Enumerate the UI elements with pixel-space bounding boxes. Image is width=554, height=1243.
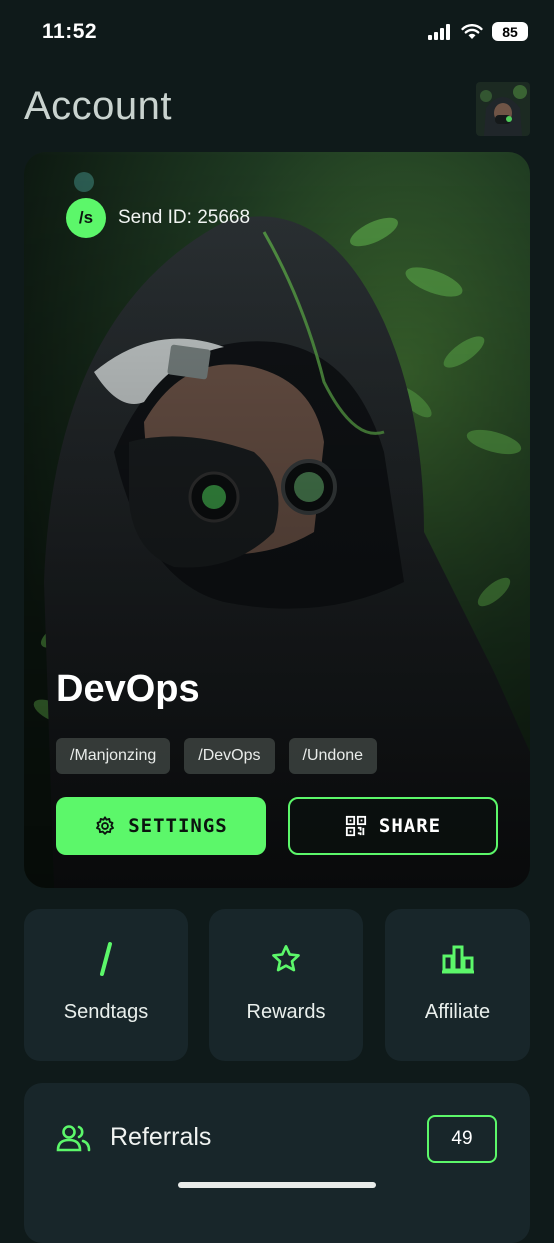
star-icon bbox=[272, 945, 300, 972]
signal-icon bbox=[428, 23, 450, 40]
referrals-card[interactable]: Referrals 49 bbox=[24, 1083, 530, 1243]
share-button[interactable]: SHARE bbox=[288, 797, 498, 855]
rewards-tile[interactable]: Rewards bbox=[209, 909, 363, 1061]
profile-artwork bbox=[24, 152, 530, 888]
sendtag-chip[interactable]: /Manjonzing bbox=[56, 738, 171, 774]
referrals-label: Referrals bbox=[110, 1123, 212, 1151]
slash-icon bbox=[100, 942, 112, 976]
sendtags-tile-label: Sendtags bbox=[63, 1001, 149, 1023]
battery-indicator: 85 bbox=[492, 22, 528, 41]
settings-button-label: SETTINGS bbox=[128, 815, 228, 837]
avatar-image bbox=[476, 82, 530, 136]
affiliate-tile[interactable]: Affiliate bbox=[385, 909, 530, 1061]
users-icon bbox=[56, 1125, 91, 1152]
avatar[interactable] bbox=[476, 82, 530, 136]
profile-card: /s Send ID: 25668 DevOps /Manjonzing /De… bbox=[24, 152, 530, 888]
share-button-label: SHARE bbox=[378, 815, 442, 837]
gear-icon bbox=[96, 816, 115, 835]
sendtag-list: /Manjonzing /DevOps /Undone bbox=[56, 738, 378, 774]
referrals-count-badge: 49 bbox=[427, 1115, 497, 1163]
status-bar: 11:52 85 bbox=[0, 0, 554, 64]
profile-name: DevOps bbox=[56, 668, 200, 710]
send-id: /s Send ID: 25668 bbox=[66, 198, 250, 238]
sendtag-chip[interactable]: /Undone bbox=[288, 738, 378, 774]
status-icons: 85 bbox=[428, 22, 528, 41]
page-title: Account bbox=[24, 84, 173, 128]
sendtag-chip[interactable]: /DevOps bbox=[184, 738, 275, 774]
wifi-icon bbox=[461, 23, 483, 39]
send-logo-badge: /s bbox=[66, 198, 106, 238]
bar-chart-icon bbox=[441, 945, 474, 974]
affiliate-tile-label: Affiliate bbox=[424, 1001, 491, 1023]
home-indicator[interactable] bbox=[178, 1182, 376, 1188]
rewards-tile-label: Rewards bbox=[246, 1001, 326, 1023]
send-id-text: Send ID: 25668 bbox=[118, 207, 251, 228]
qr-code-icon bbox=[345, 815, 366, 837]
sendtags-tile[interactable]: Sendtags bbox=[24, 909, 188, 1061]
settings-button[interactable]: SETTINGS bbox=[56, 797, 266, 855]
status-time: 11:52 bbox=[42, 20, 98, 43]
